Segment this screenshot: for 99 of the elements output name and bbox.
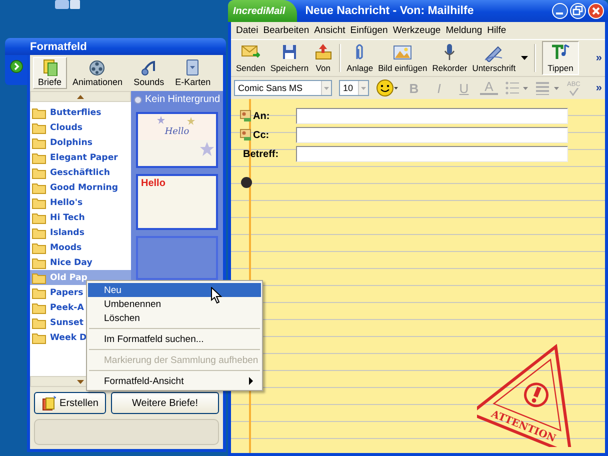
- stationery-thumbnail[interactable]: [136, 236, 218, 280]
- folder-icon: [32, 316, 46, 328]
- music-note-icon: [140, 59, 158, 76]
- window-title: Neue Nachricht - Von: Mailhilfe: [305, 5, 475, 17]
- toolbar-button[interactable]: Von: [312, 41, 335, 75]
- menu-item[interactable]: Löschen: [88, 311, 261, 325]
- menu-item[interactable]: Hilfe: [487, 25, 506, 36]
- down-arrow-icon: [77, 380, 84, 384]
- folder-item[interactable]: Islands: [30, 225, 131, 240]
- toolbar-button[interactable]: Speichern: [268, 41, 311, 75]
- folder-icon: [32, 212, 46, 224]
- check-mark-icon: [568, 88, 579, 96]
- smiley-icon: [376, 79, 398, 97]
- text-note-icon: [551, 43, 570, 62]
- submenu-arrow-icon: [249, 377, 253, 385]
- category-tab[interactable]: Briefe: [33, 57, 67, 89]
- dropdown-field[interactable]: Comic Sans MS: [234, 80, 332, 96]
- menu-item[interactable]: Ansicht: [314, 25, 346, 36]
- field-label: Cc:: [253, 130, 270, 140]
- side-tab[interactable]: [5, 55, 27, 85]
- restore-icon: [570, 3, 586, 19]
- thumbnail-text: Hello: [141, 178, 166, 189]
- star-icon: [200, 142, 214, 156]
- dropdown-caret-icon: [520, 56, 528, 60]
- toolbar-button[interactable]: Bild einfügen: [376, 41, 430, 75]
- toolbar-button[interactable]: Senden: [234, 41, 268, 75]
- folder-item[interactable]: Moods: [30, 240, 131, 255]
- folder-icon: [32, 302, 46, 314]
- more-button[interactable]: »: [596, 82, 605, 94]
- field-label: Betreff:: [243, 148, 279, 160]
- stationery-thumbnail[interactable]: Hello: [136, 174, 218, 230]
- panel-button[interactable]: Erstellen: [34, 392, 106, 414]
- close-icon: [588, 3, 604, 19]
- letters-icon: [41, 59, 58, 76]
- desktop-shortcut-icon: [52, 0, 82, 10]
- dropdown-arrow-icon: [361, 86, 366, 90]
- dropdown-arrow-icon: [324, 86, 329, 90]
- up-arrow-icon: [77, 94, 84, 98]
- cursor-icon: [211, 287, 222, 304]
- contact-card-icon: [240, 110, 252, 122]
- tray-icon: [314, 43, 333, 62]
- dot-marker: [241, 177, 252, 188]
- stars-icon: [157, 115, 197, 127]
- toolbar-button[interactable]: Unterschrift: [470, 41, 518, 75]
- category-tab[interactable]: E-Karten: [170, 57, 216, 89]
- folder-item[interactable]: Butterflies: [30, 105, 131, 120]
- toolbar-button[interactable]: Tippen: [542, 41, 580, 75]
- film-reel-icon: [89, 59, 106, 76]
- stationery-thumbnail[interactable]: Hello: [136, 112, 218, 168]
- menu-item[interactable]: Datei: [236, 25, 258, 36]
- panel-button[interactable]: Weitere Briefe!: [111, 392, 219, 414]
- folder-item[interactable]: Nice Day: [30, 255, 131, 270]
- folder-icon: [32, 122, 46, 134]
- folder-item[interactable]: Clouds: [30, 120, 131, 135]
- folder-icon: [32, 182, 46, 194]
- folder-item[interactable]: Hello's: [30, 195, 131, 210]
- bullet-list-icon: [505, 81, 529, 95]
- thumbnail-text: Hello: [164, 127, 190, 137]
- radio-dot-icon: [134, 96, 142, 104]
- folder-item[interactable]: Elegant Paper: [30, 150, 131, 165]
- folder-icon: [32, 272, 46, 284]
- input-field[interactable]: [296, 146, 568, 162]
- folder-icon: [32, 136, 46, 148]
- menu-item[interactable]: Einfügen: [350, 25, 388, 36]
- category-tab[interactable]: Sounds: [128, 57, 170, 89]
- menu-item[interactable]: Formatfeld-Ansicht: [88, 374, 261, 388]
- menu-item[interactable]: Umbenennen: [88, 297, 261, 311]
- menu-item[interactable]: Bearbeiten: [263, 25, 310, 36]
- menu-item[interactable]: Werkzeuge: [392, 25, 441, 36]
- folder-item[interactable]: Geschäftlich: [30, 165, 131, 180]
- folder-icon: [32, 242, 46, 254]
- folder-item[interactable]: Dolphins: [30, 135, 131, 150]
- folder-icon: [32, 106, 46, 118]
- toolbar-button[interactable]: Anlage: [344, 41, 376, 75]
- menu-item[interactable]: Meldung: [446, 25, 482, 36]
- menu-item[interactable]: Neu: [88, 283, 261, 297]
- more-button[interactable]: »: [596, 52, 605, 64]
- input-field[interactable]: [296, 108, 568, 124]
- align-icon: [536, 81, 560, 95]
- folder-item[interactable]: Good Morning: [30, 180, 131, 195]
- contact-card-icon: [240, 129, 252, 141]
- field-label: An:: [253, 110, 270, 122]
- folder-item[interactable]: Hi Tech: [30, 210, 131, 225]
- folder-icon: [32, 166, 46, 178]
- menu-item[interactable]: Im Formatfeld suchen...: [88, 332, 261, 346]
- dropdown-field[interactable]: 10: [339, 80, 369, 96]
- panel-title: Formatfeld: [30, 40, 87, 52]
- toolbar-button[interactable]: Rekorder: [430, 41, 470, 75]
- folder-icon: [32, 226, 46, 238]
- new-letter-icon: [42, 396, 56, 410]
- input-field[interactable]: [296, 127, 568, 143]
- folder-icon: [32, 332, 46, 344]
- folder-icon: [32, 152, 46, 164]
- minimize-icon: [552, 3, 568, 19]
- card-icon: [184, 59, 202, 76]
- folder-icon: [32, 196, 46, 208]
- image-icon: [393, 43, 412, 62]
- category-tab[interactable]: Animationen: [68, 57, 128, 89]
- app-logo: IncrediMail: [228, 0, 298, 22]
